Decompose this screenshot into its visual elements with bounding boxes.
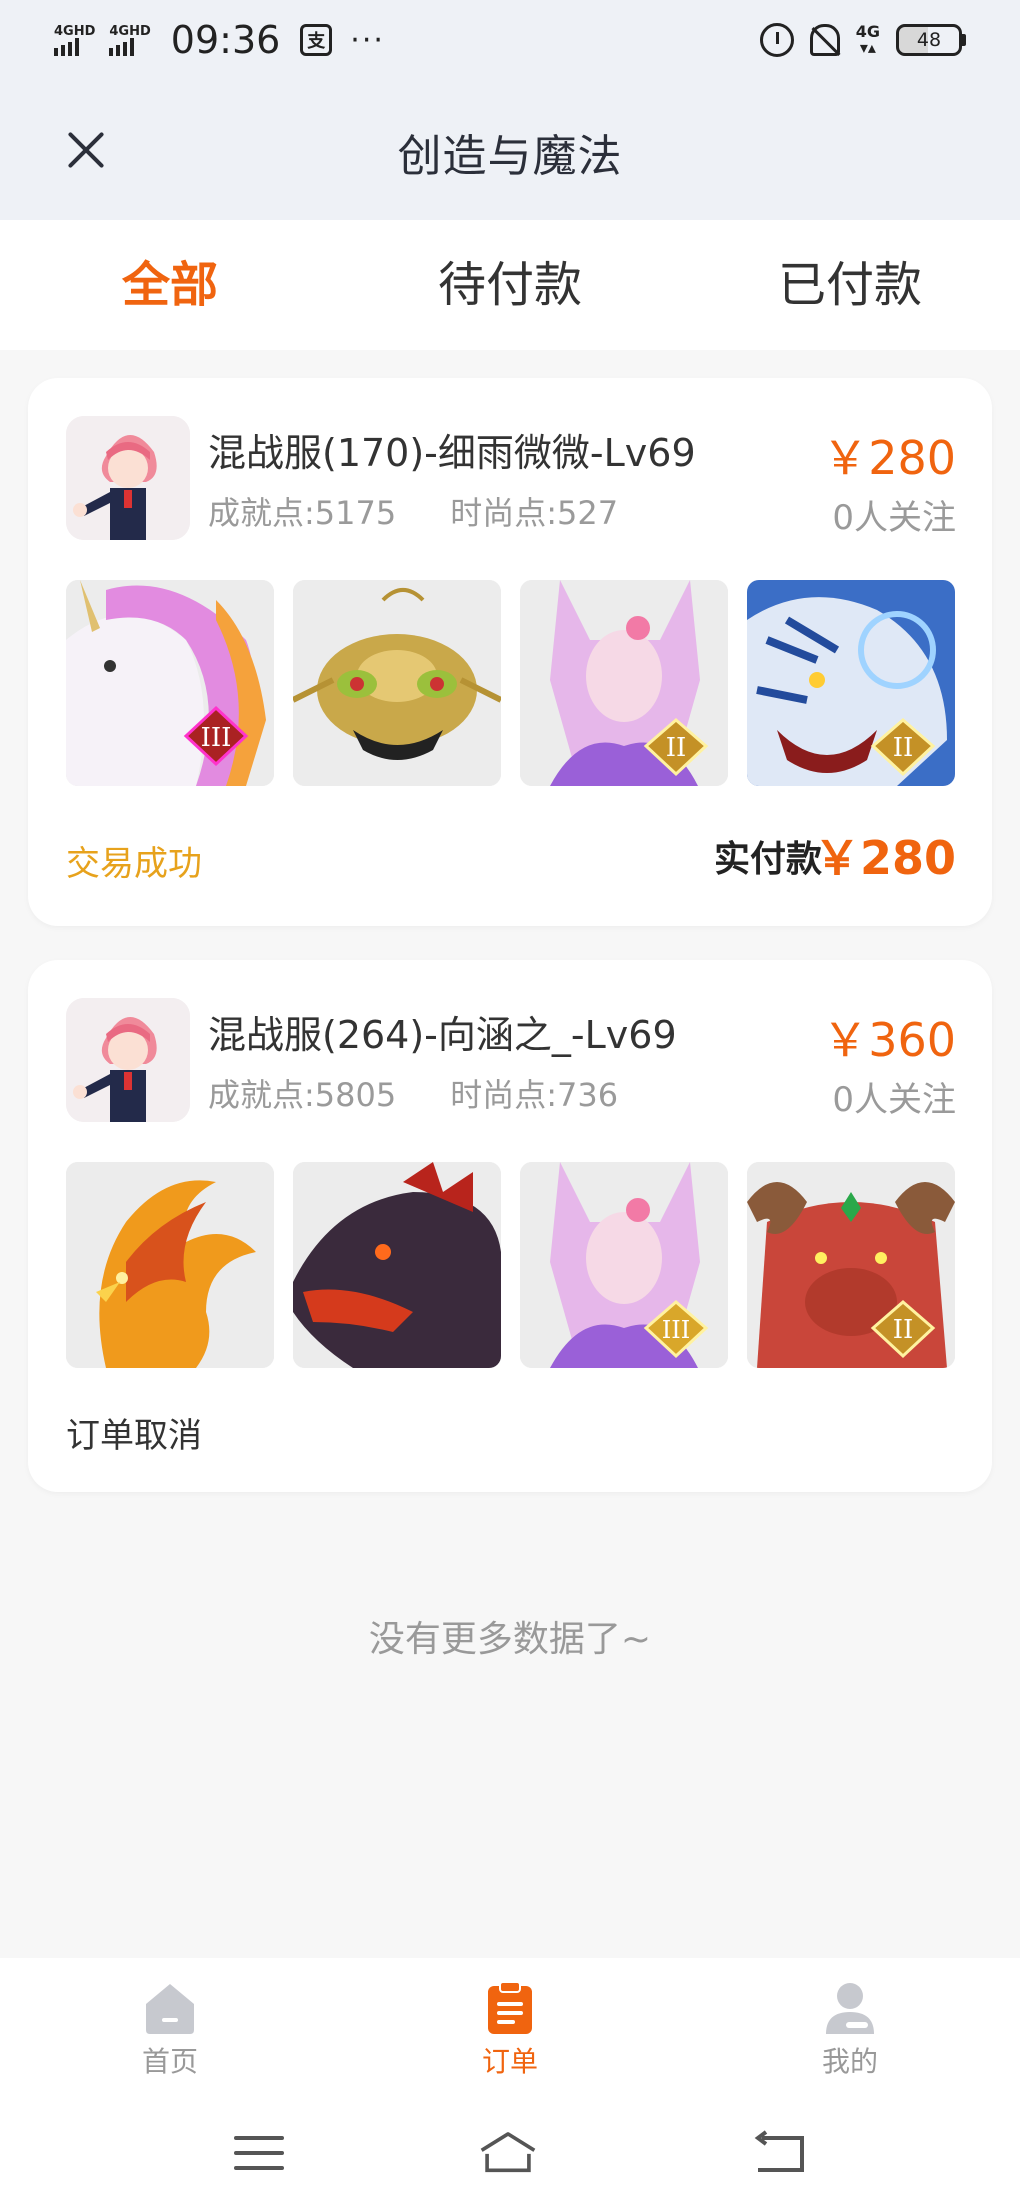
rank-badge: III [662,1316,690,1344]
achievement-points: 成就点:5175 [208,494,397,532]
character-name: 混战服(264)-向涵之_-Lv69 [208,1013,677,1057]
nav-orders-label: 订单 [481,2045,538,2078]
no-more-data-hint: 没有更多数据了~ [368,1619,652,1660]
more-notifications-icon: ··· [350,22,385,58]
fashion-points: 时尚点:527 [450,494,619,532]
paid-amount: ￥280 [813,831,956,885]
nav-home-label: 首页 [141,2045,198,2078]
signal-2-icon: 4GHD [109,23,151,56]
order-tabs: 全部 待付款 已付款 [0,220,1020,350]
rank-badge: II [893,733,914,763]
signal-2-label: 4GHD [109,23,151,39]
follower-count: 0人关注 [832,498,956,538]
character-avatar [66,416,190,540]
order-status: 订单取消 [66,1416,202,1456]
menu-icon[interactable] [230,2128,290,2178]
bottom-nav: 首页 订单 我的 [0,1958,1020,2098]
page-header: 创造与魔法 [0,80,1020,220]
battery-level: 48 [916,29,942,51]
mute-bell-icon [809,24,840,56]
follower-count: 0人关注 [832,1080,956,1120]
status-bar: 4GHD 4GHD 09:36 支 ··· 4G ▾▴ 48 [0,0,1020,80]
character-avatar [66,998,190,1122]
item-thumbnails: III II II [66,580,955,786]
item-thumbnails: III II [66,1162,955,1368]
signal-1-icon: 4GHD [54,25,95,56]
character-stats: 成就点:5175 时尚点:527 [208,488,618,534]
rank-badge: II [893,1315,914,1345]
unicorn-mount-icon[interactable]: III [66,580,274,786]
rank-badge: III [201,723,232,753]
back-icon[interactable] [750,2128,810,2178]
order-icon [488,1981,532,2034]
character-stats: 成就点:5805 时尚点:736 [208,1070,618,1116]
listing-price: ￥360 [822,1013,956,1067]
golden-mantis-mount-icon[interactable] [293,580,501,786]
red-ram-beast-mount-icon[interactable]: II [747,1162,955,1368]
battery-icon: 48 [896,24,966,56]
listing-price: ￥280 [822,431,956,485]
nav-orders[interactable]: 订单 [340,1958,680,2098]
white-tiger-mount-icon[interactable]: II [747,580,955,786]
nav-profile-label: 我的 [821,2045,878,2078]
signal-1-label: 4GHD [54,23,96,39]
network-icon: 4G ▾▴ [855,22,880,57]
fox-spirit-pet-icon[interactable]: II [520,580,728,786]
dark-dragon-mount-icon[interactable] [293,1162,501,1368]
page-title: 创造与魔法 [397,131,623,182]
alarm-icon [759,23,794,57]
nav-profile[interactable]: 我的 [680,1958,1020,2098]
home-button-icon[interactable] [478,2128,538,2178]
order-status: 交易成功 [66,844,202,884]
network-label: 4G [855,22,880,41]
paid-amount-label: 实付款 [713,839,822,880]
order-card[interactable]: 混战服(170)-细雨微微-Lv69 成就点:5175 时尚点:527 ￥280… [28,378,992,926]
alipay-notification-icon: 支 [300,24,333,56]
tab-paid[interactable]: 已付款 [680,220,1020,350]
tab-pending-payment[interactable]: 待付款 [340,220,680,350]
fox-spirit-pet-icon[interactable]: III [520,1162,728,1368]
fire-phoenix-mount-icon[interactable] [66,1162,274,1368]
home-icon [146,1984,194,2034]
order-card[interactable]: 混战服(264)-向涵之_-Lv69 成就点:5805 时尚点:736 ￥360… [28,960,992,1492]
fashion-points: 时尚点:736 [450,1076,619,1114]
character-name: 混战服(170)-细雨微微-Lv69 [208,431,696,475]
achievement-points: 成就点:5805 [208,1076,397,1114]
profile-icon [826,1983,874,2034]
clock: 09:36 [170,18,281,62]
rank-badge: II [666,733,687,763]
tab-all[interactable]: 全部 [0,220,340,350]
system-nav-bar [0,2098,1020,2210]
nav-home[interactable]: 首页 [0,1958,340,2098]
